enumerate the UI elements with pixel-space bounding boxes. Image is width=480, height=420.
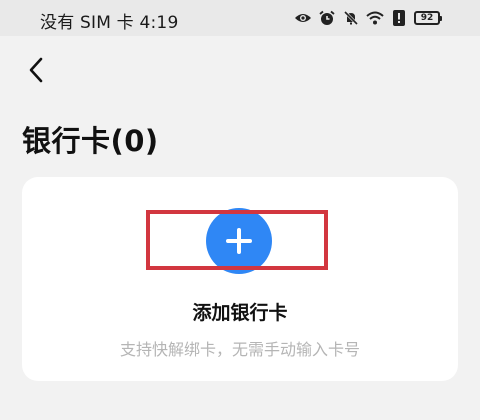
page-title: 银行卡(0) (22, 124, 159, 158)
mute-icon (342, 9, 360, 27)
plus-icon (226, 228, 252, 254)
chevron-left-icon (29, 57, 43, 83)
status-carrier-time: 没有 SIM 卡 4:19 (40, 13, 179, 33)
alert-icon (390, 9, 408, 27)
wifi-icon (366, 9, 384, 27)
alarm-icon (318, 9, 336, 27)
eye-icon (294, 9, 312, 27)
back-button[interactable] (20, 54, 52, 86)
status-icons: 92 (294, 8, 442, 28)
battery-icon: 92 (414, 11, 442, 25)
battery-level: 92 (420, 13, 434, 23)
status-bar: 没有 SIM 卡 4:19 92 (0, 0, 480, 36)
add-bank-card-button[interactable] (206, 208, 272, 274)
add-bank-card-description: 支持快解绑卡，无需手动输入卡号 (119, 340, 360, 359)
add-bank-card-label[interactable]: 添加银行卡 (0, 298, 480, 325)
